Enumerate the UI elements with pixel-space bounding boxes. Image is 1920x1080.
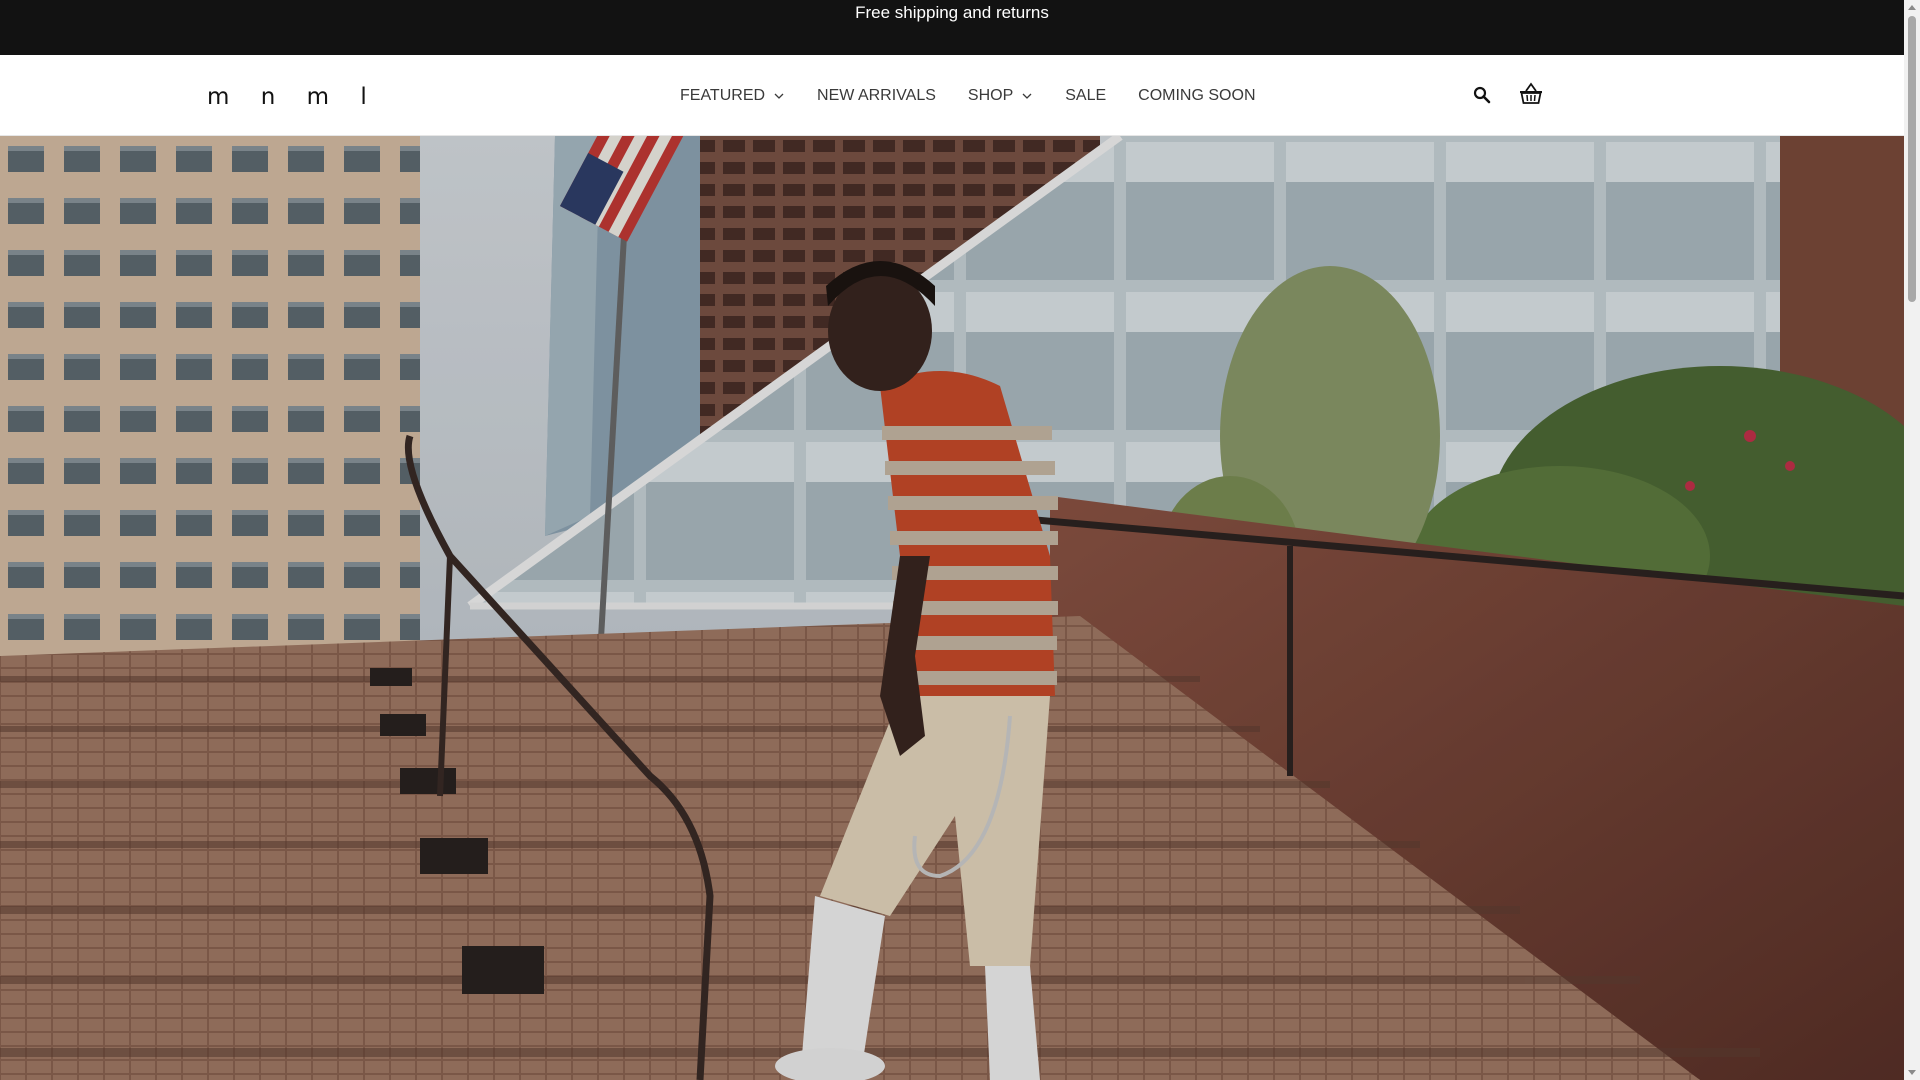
nav-item-shop[interactable]: SHOP (968, 87, 1033, 105)
main-nav: FEATURED NEW ARRIVALS SHOP SALE COMING S… (680, 81, 1256, 111)
search-button[interactable] (1472, 85, 1492, 105)
nav-item-coming-soon[interactable]: COMING SOON (1138, 87, 1255, 105)
nav-item-label: COMING SOON (1138, 87, 1256, 104)
logo[interactable]: m n m l (207, 82, 379, 112)
hero-banner[interactable] (0, 136, 1904, 1080)
nav-item-featured[interactable]: FEATURED (680, 87, 785, 105)
scrollbar-thumb[interactable] (1908, 16, 1916, 302)
chevron-down-icon (1022, 93, 1032, 99)
page-scrollbar[interactable] (1904, 0, 1920, 1080)
nav-item-new-arrivals[interactable]: NEW ARRIVALS (817, 87, 936, 105)
basket-icon (1520, 82, 1542, 104)
nav-item-sale[interactable]: SALE (1065, 87, 1106, 105)
hero-image (0, 136, 1904, 1080)
announcement-bar: Free shipping and returns (0, 0, 1904, 55)
nav-item-label: SALE (1065, 87, 1107, 104)
scroll-down-icon[interactable] (1908, 1068, 1916, 1076)
scroll-up-icon[interactable] (1908, 4, 1916, 12)
announcement-text: Free shipping and returns (855, 3, 1049, 22)
nav-item-label: FEATURED (680, 87, 766, 104)
site-header: m n m l FEATURED NEW ARRIVALS SHOP SALE … (0, 55, 1904, 136)
nav-item-label: SHOP (967, 87, 1014, 104)
nav-item-label: NEW ARRIVALS (817, 87, 936, 104)
cart-button[interactable] (1518, 81, 1544, 107)
chevron-down-icon (774, 93, 784, 99)
search-icon (1473, 86, 1491, 104)
